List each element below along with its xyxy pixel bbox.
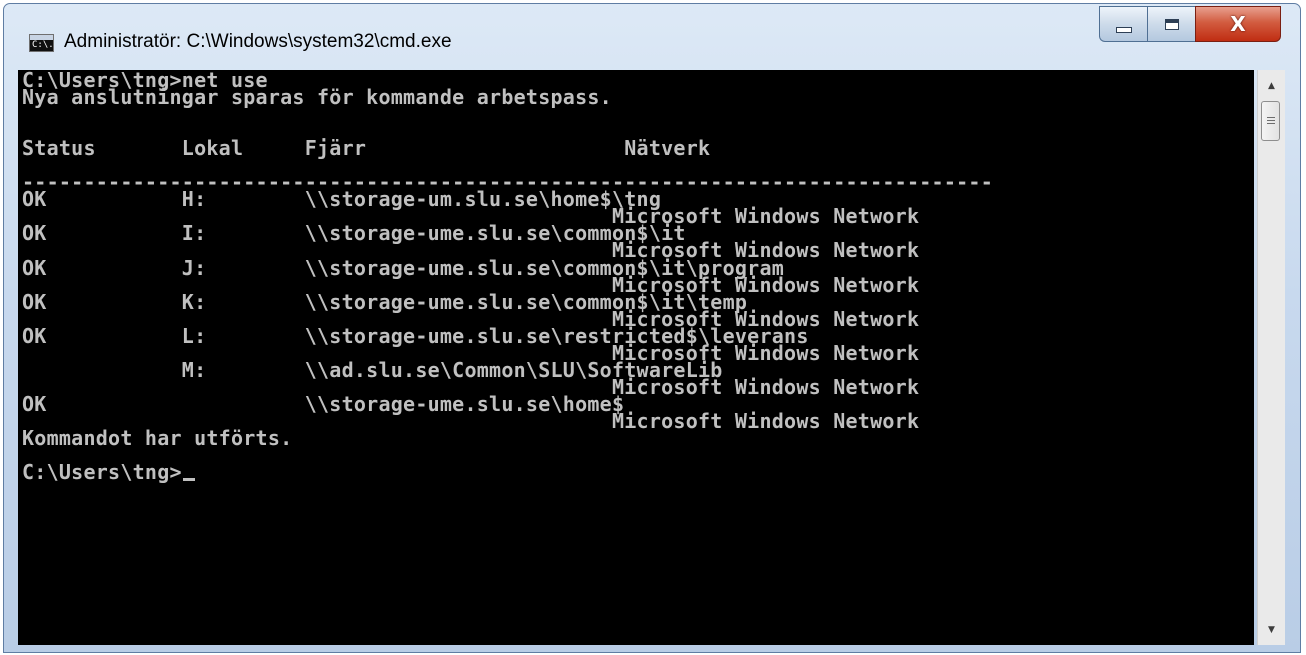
console-text: C:\Users\tng>net use Nya anslutningar sp… <box>18 70 1254 485</box>
command-prompt: C:\Users\tng> <box>22 460 182 485</box>
console-output-area[interactable]: C:\Users\tng>net use Nya anslutningar sp… <box>18 70 1254 645</box>
scrollbar-thumb[interactable] <box>1261 101 1280 141</box>
minimize-icon <box>1115 27 1132 33</box>
scroll-down-arrow-icon[interactable]: ▼ <box>1258 616 1285 643</box>
console-icon-label: C:\. <box>32 40 54 50</box>
minimize-button[interactable] <box>1099 6 1147 42</box>
console-icon[interactable]: C:\. <box>29 34 54 52</box>
grip-icon <box>1266 116 1275 126</box>
console-output: C:\Users\tng>net use Nya anslutningar sp… <box>22 70 993 450</box>
title-bar[interactable]: C:\. Administratör: C:\Windows\system32\… <box>4 4 1300 64</box>
vertical-scrollbar[interactable]: ▲ ▼ <box>1257 70 1285 645</box>
window-title: Administratör: C:\Windows\system32\cmd.e… <box>64 31 452 52</box>
maximize-icon <box>1164 18 1179 30</box>
close-icon: X <box>1230 12 1246 36</box>
caption-buttons: X <box>1099 6 1281 42</box>
scroll-up-arrow-icon[interactable]: ▲ <box>1258 72 1285 99</box>
close-button[interactable]: X <box>1195 6 1281 42</box>
maximize-button[interactable] <box>1147 6 1195 42</box>
cmd-window: C:\. Administratör: C:\Windows\system32\… <box>3 3 1301 653</box>
text-cursor <box>182 478 195 482</box>
